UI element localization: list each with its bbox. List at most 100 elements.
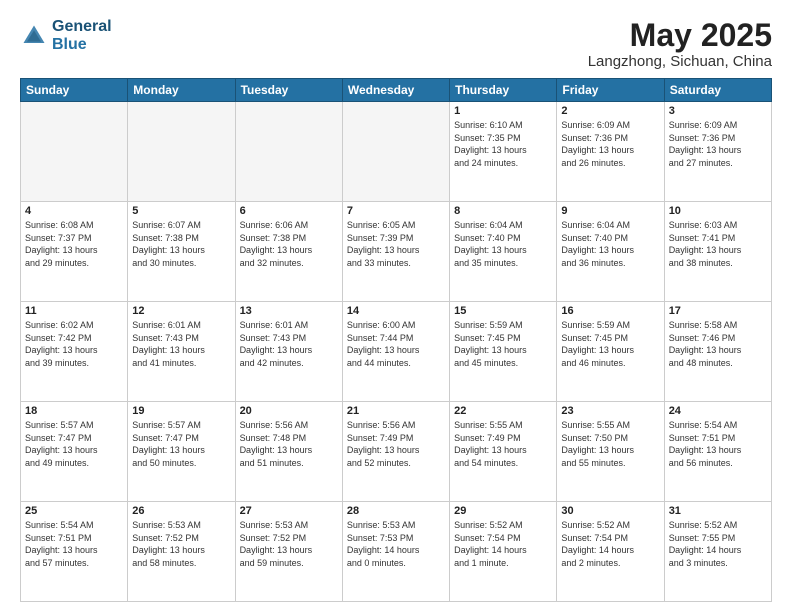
day-detail: Sunrise: 6:04 AM Sunset: 7:40 PM Dayligh… <box>561 219 659 269</box>
day-number: 1 <box>454 105 552 117</box>
day-cell: 7 Sunrise: 6:05 AM Sunset: 7:39 PM Daylig… <box>342 202 449 302</box>
day-number: 13 <box>240 305 338 317</box>
location: Langzhong, Sichuan, China <box>588 53 772 70</box>
day-detail: Sunrise: 5:57 AM Sunset: 7:47 PM Dayligh… <box>25 419 123 469</box>
week-row-2: 11 Sunrise: 6:02 AM Sunset: 7:42 PM Dayli… <box>21 302 772 402</box>
day-cell: 26 Sunrise: 5:53 AM Sunset: 7:52 PM Dayli… <box>128 502 235 602</box>
weekday-header-tuesday: Tuesday <box>235 79 342 102</box>
day-detail: Sunrise: 6:03 AM Sunset: 7:41 PM Dayligh… <box>669 219 767 269</box>
day-number: 10 <box>669 205 767 217</box>
day-detail: Sunrise: 6:05 AM Sunset: 7:39 PM Dayligh… <box>347 219 445 269</box>
weekday-header-friday: Friday <box>557 79 664 102</box>
day-detail: Sunrise: 6:07 AM Sunset: 7:38 PM Dayligh… <box>132 219 230 269</box>
weekday-header-sunday: Sunday <box>21 79 128 102</box>
week-row-4: 25Sunrise: 5:54 AM Sunset: 7:51 PM Dayli… <box>21 502 772 602</box>
day-detail: Sunrise: 5:52 AM Sunset: 7:54 PM Dayligh… <box>561 519 659 569</box>
day-detail: Sunrise: 6:01 AM Sunset: 7:43 PM Dayligh… <box>132 319 230 369</box>
day-cell: 27Sunrise: 5:53 AM Sunset: 7:52 PM Dayli… <box>235 502 342 602</box>
day-detail: Sunrise: 5:55 AM Sunset: 7:50 PM Dayligh… <box>561 419 659 469</box>
week-row-1: 4 Sunrise: 6:08 AM Sunset: 7:37 PM Daylig… <box>21 202 772 302</box>
day-number: 12 <box>132 305 230 317</box>
day-cell: 13 Sunrise: 6:01 AM Sunset: 7:43 PM Dayli… <box>235 302 342 402</box>
weekday-header-saturday: Saturday <box>664 79 771 102</box>
day-cell: 6Sunrise: 6:06 AM Sunset: 7:38 PM Daylig… <box>235 202 342 302</box>
day-cell: 3Sunrise: 6:09 AM Sunset: 7:36 PM Daylig… <box>664 102 771 202</box>
day-number: 24 <box>669 405 767 417</box>
day-cell: 12 Sunrise: 6:01 AM Sunset: 7:43 PM Dayli… <box>128 302 235 402</box>
day-detail: Sunrise: 5:52 AM Sunset: 7:54 PM Dayligh… <box>454 519 552 569</box>
weekday-header-monday: Monday <box>128 79 235 102</box>
day-number: 2 <box>561 105 659 117</box>
day-detail: Sunrise: 5:53 AM Sunset: 7:52 PM Dayligh… <box>240 519 338 569</box>
day-number: 29 <box>454 505 552 517</box>
day-cell: 10 Sunrise: 6:03 AM Sunset: 7:41 PM Dayli… <box>664 202 771 302</box>
day-detail: Sunrise: 5:58 AM Sunset: 7:46 PM Dayligh… <box>669 319 767 369</box>
weekday-header-wednesday: Wednesday <box>342 79 449 102</box>
day-cell: 20 Sunrise: 5:56 AM Sunset: 7:48 PM Dayli… <box>235 402 342 502</box>
day-number: 21 <box>347 405 445 417</box>
day-number: 8 <box>454 205 552 217</box>
day-cell: 23 Sunrise: 5:55 AM Sunset: 7:50 PM Dayli… <box>557 402 664 502</box>
day-cell: 11 Sunrise: 6:02 AM Sunset: 7:42 PM Dayli… <box>21 302 128 402</box>
day-detail: Sunrise: 6:01 AM Sunset: 7:43 PM Dayligh… <box>240 319 338 369</box>
day-detail: Sunrise: 6:02 AM Sunset: 7:42 PM Dayligh… <box>25 319 123 369</box>
day-detail: Sunrise: 6:08 AM Sunset: 7:37 PM Dayligh… <box>25 219 123 269</box>
day-cell: 5Sunrise: 6:07 AM Sunset: 7:38 PM Daylig… <box>128 202 235 302</box>
day-number: 15 <box>454 305 552 317</box>
day-cell: 4 Sunrise: 6:08 AM Sunset: 7:37 PM Daylig… <box>21 202 128 302</box>
day-detail: Sunrise: 5:56 AM Sunset: 7:48 PM Dayligh… <box>240 419 338 469</box>
day-cell: 25Sunrise: 5:54 AM Sunset: 7:51 PM Dayli… <box>21 502 128 602</box>
day-number: 28 <box>347 505 445 517</box>
day-number: 4 <box>25 205 123 217</box>
day-number: 26 <box>132 505 230 517</box>
day-detail: Sunrise: 6:09 AM Sunset: 7:36 PM Dayligh… <box>561 119 659 169</box>
day-cell: 1Sunrise: 6:10 AM Sunset: 7:35 PM Daylig… <box>450 102 557 202</box>
day-detail: Sunrise: 5:53 AM Sunset: 7:52 PM Dayligh… <box>132 519 230 569</box>
day-cell <box>235 102 342 202</box>
day-detail: Sunrise: 6:09 AM Sunset: 7:36 PM Dayligh… <box>669 119 767 169</box>
day-cell: 8 Sunrise: 6:04 AM Sunset: 7:40 PM Daylig… <box>450 202 557 302</box>
day-cell: 28Sunrise: 5:53 AM Sunset: 7:53 PM Dayli… <box>342 502 449 602</box>
day-detail: Sunrise: 5:56 AM Sunset: 7:49 PM Dayligh… <box>347 419 445 469</box>
day-number: 9 <box>561 205 659 217</box>
day-number: 22 <box>454 405 552 417</box>
day-cell: 22Sunrise: 5:55 AM Sunset: 7:49 PM Dayli… <box>450 402 557 502</box>
day-detail: Sunrise: 6:04 AM Sunset: 7:40 PM Dayligh… <box>454 219 552 269</box>
day-number: 31 <box>669 505 767 517</box>
day-cell: 18 Sunrise: 5:57 AM Sunset: 7:47 PM Dayli… <box>21 402 128 502</box>
day-number: 17 <box>669 305 767 317</box>
day-detail: Sunrise: 6:06 AM Sunset: 7:38 PM Dayligh… <box>240 219 338 269</box>
title-section: May 2025 Langzhong, Sichuan, China <box>588 18 772 70</box>
logo: General Blue <box>20 18 112 54</box>
day-cell <box>128 102 235 202</box>
day-number: 18 <box>25 405 123 417</box>
calendar-table: SundayMondayTuesdayWednesdayThursdayFrid… <box>20 78 772 602</box>
week-row-0: 1Sunrise: 6:10 AM Sunset: 7:35 PM Daylig… <box>21 102 772 202</box>
day-cell: 9 Sunrise: 6:04 AM Sunset: 7:40 PM Daylig… <box>557 202 664 302</box>
day-number: 14 <box>347 305 445 317</box>
day-cell: 19Sunrise: 5:57 AM Sunset: 7:47 PM Dayli… <box>128 402 235 502</box>
day-cell: 17 Sunrise: 5:58 AM Sunset: 7:46 PM Dayli… <box>664 302 771 402</box>
weekday-header-row: SundayMondayTuesdayWednesdayThursdayFrid… <box>21 79 772 102</box>
day-number: 20 <box>240 405 338 417</box>
day-cell: 31Sunrise: 5:52 AM Sunset: 7:55 PM Dayli… <box>664 502 771 602</box>
day-cell <box>21 102 128 202</box>
day-cell: 24Sunrise: 5:54 AM Sunset: 7:51 PM Dayli… <box>664 402 771 502</box>
day-number: 23 <box>561 405 659 417</box>
day-number: 19 <box>132 405 230 417</box>
day-cell <box>342 102 449 202</box>
day-cell: 21 Sunrise: 5:56 AM Sunset: 7:49 PM Dayli… <box>342 402 449 502</box>
day-cell: 15Sunrise: 5:59 AM Sunset: 7:45 PM Dayli… <box>450 302 557 402</box>
header: General Blue May 2025 Langzhong, Sichuan… <box>20 18 772 70</box>
day-number: 11 <box>25 305 123 317</box>
logo-icon <box>20 22 48 50</box>
day-detail: Sunrise: 5:54 AM Sunset: 7:51 PM Dayligh… <box>25 519 123 569</box>
day-cell: 30Sunrise: 5:52 AM Sunset: 7:54 PM Dayli… <box>557 502 664 602</box>
weekday-header-thursday: Thursday <box>450 79 557 102</box>
month-title: May 2025 <box>588 18 772 53</box>
logo-text-blue: Blue <box>52 36 112 54</box>
day-detail: Sunrise: 6:00 AM Sunset: 7:44 PM Dayligh… <box>347 319 445 369</box>
page: General Blue May 2025 Langzhong, Sichuan… <box>0 0 792 612</box>
week-row-3: 18 Sunrise: 5:57 AM Sunset: 7:47 PM Dayli… <box>21 402 772 502</box>
day-number: 7 <box>347 205 445 217</box>
